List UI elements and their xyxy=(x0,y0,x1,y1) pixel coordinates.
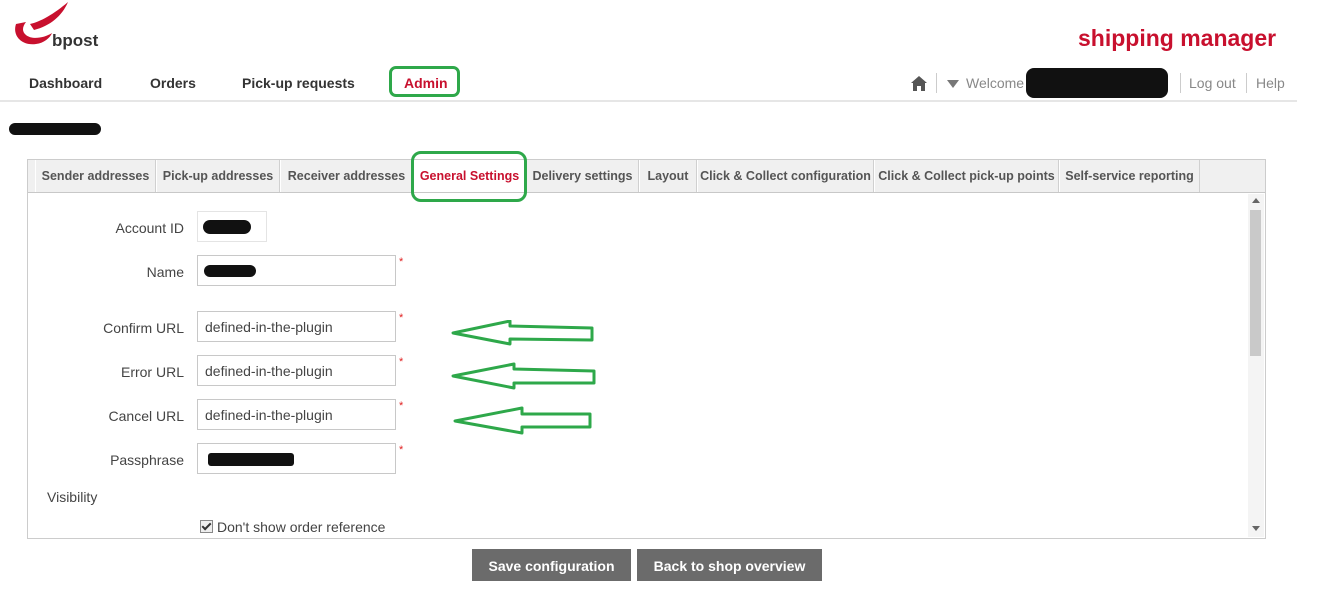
tab-layout[interactable]: Layout xyxy=(639,160,697,192)
tab-self-service-reporting[interactable]: Self-service reporting xyxy=(1059,160,1200,192)
tab-delivery-settings[interactable]: Delivery settings xyxy=(526,160,639,192)
dont-show-order-reference-checkbox[interactable]: Don't show order reference xyxy=(200,519,385,535)
required-marker: * xyxy=(399,400,404,412)
logo-text: bpost xyxy=(52,31,99,50)
annotation-arrow-icon xyxy=(451,320,594,346)
redacted-breadcrumb xyxy=(9,123,101,135)
redacted-username xyxy=(1026,68,1168,98)
vertical-scrollbar[interactable] xyxy=(1248,194,1264,537)
nav-pickup-requests[interactable]: Pick-up requests xyxy=(242,75,355,91)
scroll-up-icon[interactable] xyxy=(1252,198,1260,203)
tab-receiver-addresses[interactable]: Receiver addresses xyxy=(280,160,413,192)
nav-dashboard[interactable]: Dashboard xyxy=(29,75,102,91)
checkbox-label: Don't show order reference xyxy=(217,519,386,535)
account-id-label: Account ID xyxy=(115,220,184,236)
required-marker: * xyxy=(399,256,404,268)
separator xyxy=(936,73,937,93)
scroll-down-icon[interactable] xyxy=(1252,526,1260,531)
tab-sender-addresses[interactable]: Sender addresses xyxy=(35,160,156,192)
separator xyxy=(1246,73,1247,93)
annotation-arrow-icon xyxy=(453,406,592,435)
required-marker: * xyxy=(399,356,404,368)
account-id-field xyxy=(197,211,267,242)
tab-pickup-addresses[interactable]: Pick-up addresses xyxy=(156,160,280,192)
page-gutter xyxy=(1297,0,1329,605)
redacted-value xyxy=(203,220,251,234)
save-configuration-button[interactable]: Save configuration xyxy=(472,549,631,581)
error-url-input[interactable] xyxy=(197,355,396,386)
tab-bar: Sender addresses Pick-up addresses Recei… xyxy=(28,160,1265,193)
back-to-shop-overview-button[interactable]: Back to shop overview xyxy=(637,549,822,581)
passphrase-label: Passphrase xyxy=(110,452,184,468)
page: bpost shipping manager Dashboard Orders … xyxy=(0,0,1297,605)
logout-link[interactable]: Log out xyxy=(1189,75,1236,91)
passphrase-field[interactable] xyxy=(197,443,396,474)
confirm-url-label: Confirm URL xyxy=(103,320,184,336)
error-url-label: Error URL xyxy=(120,364,184,380)
welcome-text[interactable]: Welcome xyxy=(966,75,1024,91)
redacted-value xyxy=(204,265,256,277)
visibility-label: Visibility xyxy=(47,489,98,505)
annotation-arrow-icon xyxy=(451,362,596,390)
required-marker: * xyxy=(399,444,404,456)
name-field[interactable] xyxy=(197,255,396,286)
required-marker: * xyxy=(399,312,404,324)
cancel-url-label: Cancel URL xyxy=(108,408,184,424)
tab-click-collect-configuration[interactable]: Click & Collect configuration xyxy=(697,160,874,192)
chevron-down-icon[interactable] xyxy=(947,80,959,88)
annotation-highlight-general-settings xyxy=(411,151,527,202)
checkbox-checked-icon[interactable] xyxy=(200,520,213,533)
scrollbar-thumb[interactable] xyxy=(1250,210,1261,356)
annotation-highlight-admin xyxy=(389,66,460,97)
separator xyxy=(1180,73,1181,93)
cancel-url-input[interactable] xyxy=(197,399,396,430)
settings-panel: Sender addresses Pick-up addresses Recei… xyxy=(27,151,1266,539)
nav-orders[interactable]: Orders xyxy=(150,75,196,91)
home-icon[interactable] xyxy=(911,76,927,91)
confirm-url-input[interactable] xyxy=(197,311,396,342)
name-label: Name xyxy=(146,264,184,280)
header-divider xyxy=(0,100,1297,102)
redacted-value xyxy=(208,453,294,466)
app-title: shipping manager xyxy=(1078,25,1277,51)
tab-click-collect-pickup-points[interactable]: Click & Collect pick-up points xyxy=(874,160,1059,192)
help-link[interactable]: Help xyxy=(1256,75,1285,91)
